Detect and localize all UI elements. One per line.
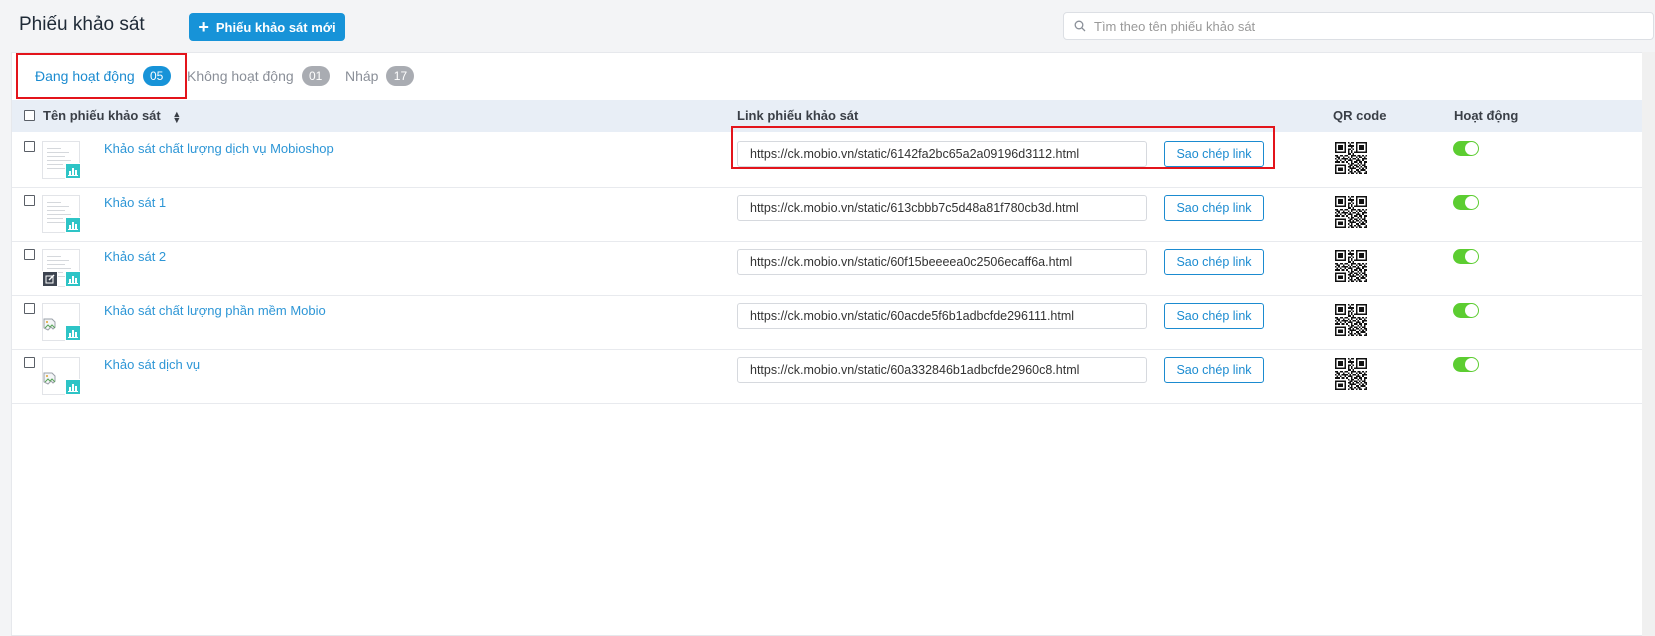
survey-link-field[interactable]: https://ck.mobio.vn/static/60f15beeeea0c… — [737, 249, 1147, 275]
survey-link-field[interactable]: https://ck.mobio.vn/static/60a332846b1ad… — [737, 357, 1147, 383]
survey-name-link[interactable]: Khảo sát 2 — [104, 249, 166, 264]
tab-draft-label: Nháp — [345, 68, 379, 84]
qr-code[interactable] — [1335, 304, 1367, 336]
copy-link-button[interactable]: Sao chép link — [1164, 303, 1264, 329]
column-header-active: Hoạt động — [1454, 108, 1519, 123]
scrollbar[interactable] — [1642, 52, 1655, 636]
link-highlight — [731, 126, 1275, 169]
active-toggle[interactable] — [1453, 303, 1479, 318]
select-all-checkbox[interactable] — [24, 110, 35, 121]
survey-link-field[interactable]: https://ck.mobio.vn/static/613cbbb7c5d48… — [737, 195, 1147, 221]
page-title: Phiếu khảo sát — [19, 14, 145, 35]
survey-panel: Đang hoạt động 05 Không hoạt động 01 Nhá… — [11, 52, 1655, 636]
column-header-qr: QR code — [1333, 108, 1387, 123]
new-survey-button[interactable]: + Phiếu khảo sát mới — [189, 13, 345, 41]
search-box[interactable] — [1063, 12, 1654, 40]
table-row: Khảo sát chất lượng phần mềm Mobio https:… — [12, 295, 1654, 350]
table-row: Khảo sát dịch vụ https://ck.mobio.vn/stat… — [12, 349, 1654, 404]
active-toggle[interactable] — [1453, 357, 1479, 372]
survey-name-link[interactable]: Khảo sát 1 — [104, 195, 166, 210]
survey-name-link[interactable]: Khảo sát chất lượng dịch vụ Mobioshop — [104, 141, 334, 156]
sort-icon[interactable]: ▲ ▼ — [172, 109, 181, 124]
active-toggle[interactable] — [1453, 141, 1479, 156]
report-chart-icon[interactable] — [65, 163, 81, 179]
broken-image-icon — [43, 318, 58, 334]
tab-active-label: Đang hoạt động — [35, 68, 135, 84]
row-checkbox[interactable] — [24, 141, 35, 152]
tab-draft-count: 17 — [386, 66, 415, 86]
copy-link-button[interactable]: Sao chép link — [1164, 357, 1264, 383]
qr-code[interactable] — [1335, 196, 1367, 228]
active-toggle[interactable] — [1453, 249, 1479, 264]
survey-name-link[interactable]: Khảo sát chất lượng phần mềm Mobio — [104, 303, 326, 318]
table-row: Khảo sát 2 https://ck.mobio.vn/static/60f… — [12, 241, 1654, 296]
row-checkbox[interactable] — [24, 249, 35, 260]
plus-icon: + — [198, 17, 209, 37]
tab-inactive[interactable]: Không hoạt động 01 — [187, 66, 330, 86]
tab-active-count: 05 — [142, 66, 171, 86]
broken-image-icon — [43, 372, 58, 388]
tab-inactive-label: Không hoạt động — [187, 68, 294, 84]
active-toggle[interactable] — [1453, 195, 1479, 210]
qr-code[interactable] — [1335, 250, 1367, 282]
page-header: Phiếu khảo sát + Phiếu khảo sát mới — [0, 0, 1655, 52]
column-header-name[interactable]: Tên phiếu khảo sát ▲ ▼ — [43, 108, 181, 124]
row-checkbox[interactable] — [24, 357, 35, 368]
new-survey-button-label: Phiếu khảo sát mới — [215, 19, 336, 35]
report-chart-icon[interactable] — [65, 271, 81, 287]
survey-link-field[interactable]: https://ck.mobio.vn/static/60acde5f6b1ad… — [737, 303, 1147, 329]
qr-code[interactable] — [1335, 358, 1367, 390]
tab-bar: Đang hoạt động 05 Không hoạt động 01 Nhá… — [12, 53, 1654, 99]
edit-icon[interactable] — [42, 271, 58, 287]
tab-inactive-count: 01 — [301, 66, 330, 86]
report-chart-icon[interactable] — [65, 217, 81, 233]
column-name-label: Tên phiếu khảo sát — [43, 108, 161, 123]
table-row: Khảo sát 1 https://ck.mobio.vn/static/613… — [12, 187, 1654, 242]
report-chart-icon[interactable] — [65, 379, 81, 395]
tab-draft[interactable]: Nháp 17 — [345, 66, 415, 86]
column-header-link: Link phiếu khảo sát — [737, 108, 859, 123]
search-input[interactable] — [1092, 17, 1636, 35]
search-icon — [1074, 20, 1086, 32]
copy-link-button[interactable]: Sao chép link — [1164, 195, 1264, 221]
survey-name-link[interactable]: Khảo sát dịch vụ — [104, 357, 200, 372]
report-chart-icon[interactable] — [65, 325, 81, 341]
row-checkbox[interactable] — [24, 303, 35, 314]
tab-active[interactable]: Đang hoạt động 05 — [35, 66, 171, 86]
qr-code[interactable] — [1335, 142, 1367, 174]
copy-link-button[interactable]: Sao chép link — [1164, 249, 1264, 275]
row-checkbox[interactable] — [24, 195, 35, 206]
